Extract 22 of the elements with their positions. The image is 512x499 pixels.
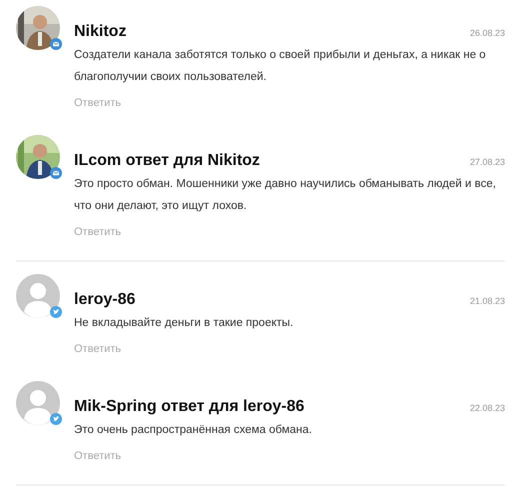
comment-text: Не вкладывайте деньги в такие проекты. [74,316,294,331]
bird-icon [50,413,62,425]
reply-link[interactable]: Ответить [74,225,122,239]
comment-date: 26.08.23 [470,28,505,38]
mail-icon [50,38,62,50]
comment-author: leroy-86 [74,290,136,310]
reply-link[interactable]: Ответить [74,342,122,356]
comment-date: 21.08.23 [470,296,505,306]
comment-date: 27.08.23 [470,157,505,167]
mail-icon [50,167,62,179]
avatar-icon [16,381,60,425]
comment-date: 22.08.23 [470,403,505,413]
comment-author: Nikitoz [74,22,126,42]
reply-link[interactable]: Ответить [74,96,122,110]
comment-author: ILcom ответ для Nikitoz [74,151,260,171]
comment-author: Mik-Spring ответ для leroy-86 [74,397,304,417]
reply-link[interactable]: Ответить [74,449,122,463]
comment-text: Это очень распространённая схема обмана. [74,423,313,438]
comment-text: Создатели канала заботятся только о своей прибыли и деньгах, а никак не о благополучии своих пользователей. [74,48,487,85]
comment-text: Это просто обман. Мошенники уже давно научились обманывать людей и все, что они делают, это ищут лохов. [74,177,497,214]
bird-icon [50,306,62,318]
avatar-icon [16,274,60,318]
